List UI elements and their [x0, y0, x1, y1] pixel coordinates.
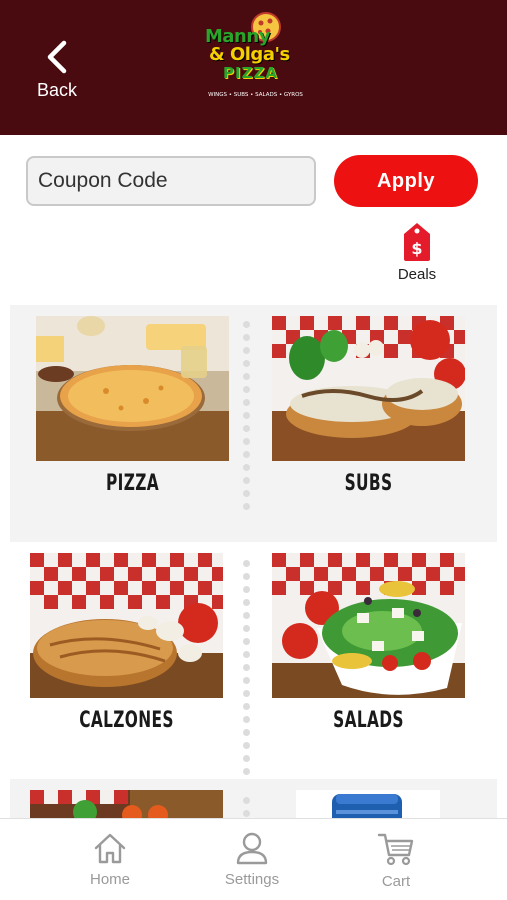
back-button[interactable]: Back [22, 40, 92, 110]
category-tile-salads[interactable]: SALADS [272, 553, 465, 733]
subs-photo [272, 316, 465, 461]
category-tile-calzones[interactable]: CALZONES [30, 553, 223, 733]
brand-logo: Manny & Olga's PIZZA WINGS • SUBS • SALA… [203, 12, 308, 104]
category-label: SUBS [344, 471, 393, 496]
tab-settings[interactable]: Settings [202, 831, 302, 888]
category-photo [30, 790, 223, 820]
category-grid: PIZZA SUBS CALZONES SALADS [0, 305, 507, 820]
back-label: Back [36, 80, 78, 100]
logo-line-2: & Olga's [209, 44, 290, 65]
category-tile-subs[interactable]: SUBS [272, 316, 465, 496]
chevron-left-icon [47, 40, 67, 74]
header-bar: Back Manny & Olga's PIZZA WINGS • SUBS •… [0, 0, 507, 135]
category-label: PIZZA [105, 471, 160, 496]
column-divider [242, 560, 250, 807]
logo-tagline: WINGS • SUBS • SALADS • GYROS [208, 92, 303, 98]
category-tile-pizza[interactable]: PIZZA [36, 316, 229, 496]
home-icon [94, 833, 126, 864]
category-tile-partial[interactable] [296, 790, 440, 820]
tab-cart[interactable]: Cart [346, 831, 446, 890]
svg-text:$: $ [411, 239, 422, 258]
category-photo [296, 790, 440, 820]
logo-line-3: PIZZA [223, 64, 278, 82]
tab-home-label: Home [89, 871, 130, 888]
tab-settings-label: Settings [224, 871, 280, 888]
category-tile-partial[interactable] [30, 790, 223, 820]
category-row: CALZONES SALADS [10, 542, 497, 801]
category-row: PIZZA SUBS [10, 305, 497, 542]
column-divider [242, 321, 250, 516]
calzones-photo [30, 553, 223, 698]
app-screen: Back Manny & Olga's PIZZA WINGS • SUBS •… [0, 0, 507, 900]
price-tag-dollar-icon: $ [404, 223, 430, 261]
apply-button[interactable]: Apply [334, 155, 478, 207]
deals-button[interactable]: $ Deals [390, 222, 444, 298]
category-label: CALZONES [79, 708, 174, 733]
category-row [10, 779, 497, 820]
deals-label: Deals [397, 266, 437, 283]
category-label: SALADS [333, 708, 404, 733]
person-icon [236, 832, 268, 865]
tab-home[interactable]: Home [60, 831, 160, 888]
tab-bar: Home Settings Cart [0, 818, 507, 900]
tab-cart-label: Cart [381, 873, 411, 890]
column-divider [242, 797, 250, 820]
cart-icon [377, 833, 414, 866]
coupon-code-input[interactable] [26, 156, 316, 206]
salads-photo [272, 553, 465, 698]
pizza-photo [36, 316, 229, 461]
